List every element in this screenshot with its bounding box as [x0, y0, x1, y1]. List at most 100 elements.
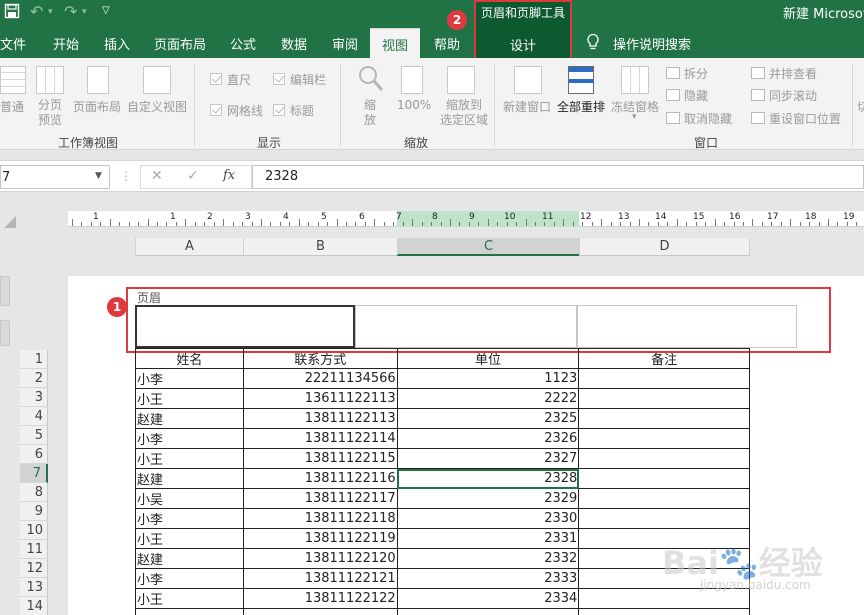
row-header[interactable]: 3: [20, 388, 48, 407]
save-icon[interactable]: [4, 3, 20, 23]
customize-qat-icon[interactable]: ▽: [102, 5, 110, 16]
insert-function-icon[interactable]: fx: [223, 168, 235, 183]
tab-insert[interactable]: 插入: [104, 34, 130, 53]
split-button[interactable]: 拆分: [684, 65, 708, 82]
table-cell[interactable]: 小吴: [135, 488, 244, 509]
row-header[interactable]: 13: [20, 578, 48, 597]
row-header[interactable]: 2: [20, 369, 48, 388]
table-header-cell[interactable]: 单位: [396, 348, 580, 369]
tab-page-layout[interactable]: 页面布局: [154, 34, 206, 53]
undo-icon[interactable]: ↶: [30, 2, 43, 21]
split-icon[interactable]: [666, 67, 680, 79]
unhide-icon[interactable]: [666, 112, 680, 124]
formula-input[interactable]: [252, 165, 864, 189]
table-cell[interactable]: [578, 468, 750, 489]
tab-file[interactable]: 文件: [0, 34, 26, 53]
enter-icon[interactable]: ✓: [187, 168, 199, 184]
zoom-to-selection-button[interactable]: 缩放到 选定区域: [439, 98, 489, 128]
custom-view-button[interactable]: 自定义视图: [127, 98, 187, 115]
synchronous-scrolling-button[interactable]: 同步滚动: [769, 87, 817, 104]
row-header-selected[interactable]: 7: [20, 464, 48, 483]
zoom-icon[interactable]: [357, 64, 385, 97]
table-cell[interactable]: 13611122113: [242, 388, 398, 409]
table-cell[interactable]: [578, 508, 750, 529]
new-window-icon[interactable]: [514, 66, 542, 94]
page-break-preview-icon[interactable]: [36, 66, 64, 94]
page-layout-icon[interactable]: [87, 66, 109, 94]
normal-view-button[interactable]: 普通: [0, 98, 24, 115]
table-cell[interactable]: 小李: [135, 568, 244, 589]
column-header-a[interactable]: A: [135, 238, 243, 256]
tab-review[interactable]: 审阅: [332, 34, 358, 53]
select-all-icon[interactable]: [4, 216, 16, 228]
tell-me-search[interactable]: 操作说明搜索: [613, 34, 691, 53]
table-cell[interactable]: 小王: [135, 448, 244, 469]
tab-home[interactable]: 开始: [53, 34, 79, 53]
row-header[interactable]: 4: [20, 407, 48, 426]
table-cell[interactable]: 赵建: [135, 548, 244, 569]
table-header-cell[interactable]: 联系方式: [242, 348, 398, 369]
table-cell[interactable]: 2326: [396, 428, 580, 449]
row-header[interactable]: 10: [20, 521, 48, 540]
ruler-checkbox[interactable]: [210, 73, 222, 85]
redo-dropdown-icon[interactable]: ▾: [82, 7, 87, 17]
tab-data[interactable]: 数据: [281, 34, 307, 53]
table-cell[interactable]: 2327: [396, 448, 580, 469]
hide-button[interactable]: 隐藏: [684, 87, 708, 104]
row-header[interactable]: 6: [20, 445, 48, 464]
table-cell[interactable]: [578, 388, 750, 409]
unhide-button[interactable]: 取消隐藏: [684, 110, 732, 127]
zoom-button[interactable]: 缩 放: [364, 98, 378, 128]
zoom-100-icon[interactable]: [401, 66, 423, 94]
custom-view-icon[interactable]: [143, 66, 171, 94]
table-cell[interactable]: 13811122113: [242, 408, 398, 429]
table-cell[interactable]: 2330: [396, 508, 580, 529]
table-cell[interactable]: 2334: [396, 588, 580, 609]
row-header[interactable]: 9: [20, 502, 48, 521]
name-box-dropdown-icon[interactable]: ▼: [95, 171, 102, 181]
table-header-cell[interactable]: 姓名: [135, 348, 244, 369]
hide-icon[interactable]: [666, 89, 680, 101]
side-by-side-icon[interactable]: [751, 67, 765, 79]
zoom-to-selection-icon[interactable]: [447, 66, 475, 94]
formula-bar-checkbox[interactable]: [273, 73, 285, 85]
tab-view[interactable]: 视图: [370, 35, 420, 54]
table-cell[interactable]: 13811122116: [242, 468, 398, 489]
name-box[interactable]: [0, 165, 110, 189]
table-cell[interactable]: [135, 608, 244, 615]
table-cell[interactable]: 13811122120: [242, 548, 398, 569]
normal-view-icon[interactable]: [0, 66, 26, 94]
column-header-d[interactable]: D: [579, 238, 750, 256]
table-cell[interactable]: [578, 428, 750, 449]
table-cell[interactable]: [578, 368, 750, 389]
table-cell[interactable]: [396, 608, 580, 615]
table-cell[interactable]: 13811122122: [242, 588, 398, 609]
row-header[interactable]: 12: [20, 559, 48, 578]
table-cell[interactable]: 13811122114: [242, 428, 398, 449]
zoom-100-button[interactable]: 100%: [397, 98, 431, 112]
table-cell[interactable]: 2333: [396, 568, 580, 589]
view-side-by-side-button[interactable]: 并排查看: [769, 65, 817, 82]
arrange-all-icon[interactable]: [568, 66, 594, 94]
page-break-preview-button[interactable]: 分页 预览: [38, 98, 64, 128]
cancel-icon[interactable]: ✕: [151, 168, 163, 184]
table-cell[interactable]: 小李: [135, 428, 244, 449]
reset-window-position-button[interactable]: 重设窗口位置: [769, 110, 841, 127]
table-cell[interactable]: [578, 408, 750, 429]
page-layout-button[interactable]: 页面布局: [73, 98, 121, 115]
switch-window-button[interactable]: 切: [857, 98, 864, 115]
table-cell[interactable]: 13811122118: [242, 508, 398, 529]
table-cell[interactable]: [578, 488, 750, 509]
headings-checkbox[interactable]: [273, 104, 285, 116]
row-header[interactable]: 1: [20, 350, 48, 369]
table-cell[interactable]: 2331: [396, 528, 580, 549]
redo-icon[interactable]: ↷: [64, 2, 77, 21]
table-cell[interactable]: 22211134566: [242, 368, 398, 389]
table-cell[interactable]: [578, 608, 750, 615]
table-header-cell[interactable]: 备注: [578, 348, 750, 369]
row-header[interactable]: 11: [20, 540, 48, 559]
table-cell[interactable]: 2328: [396, 468, 580, 489]
table-cell[interactable]: 2332: [396, 548, 580, 569]
row-header[interactable]: 5: [20, 426, 48, 445]
tab-formulas[interactable]: 公式: [230, 34, 256, 53]
